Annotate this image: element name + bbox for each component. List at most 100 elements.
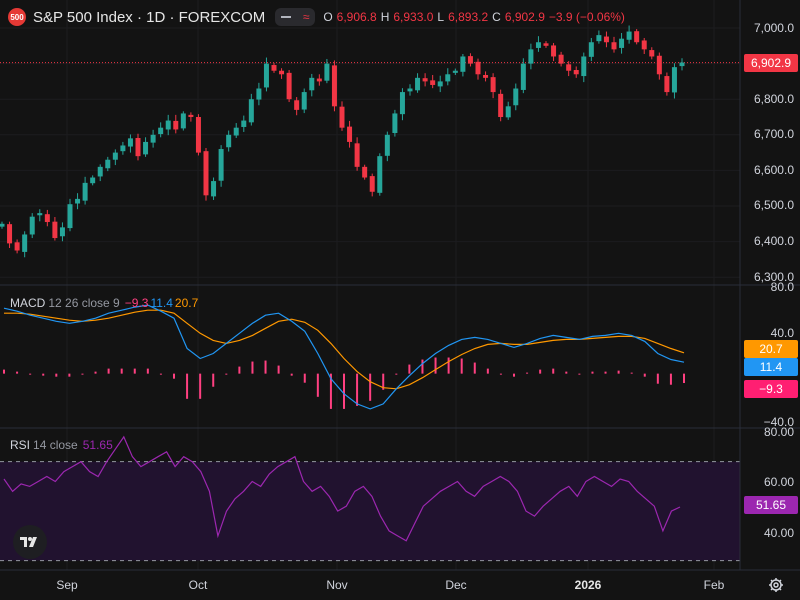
wave-icon[interactable]: ≈ [303,10,310,24]
candle-body [452,70,458,73]
price-pane [0,25,740,258]
last-price-tag: 6,902.9 [744,54,798,72]
candle-body [566,64,572,71]
macd-histogram-bar [29,373,32,375]
close-label: C [492,10,501,24]
symbol-badge[interactable]: 500 [8,8,26,26]
candle-body [392,113,398,134]
macd-value: −9.3 [124,296,149,310]
macd-histogram-bar [120,368,123,374]
macd-name: MACD [10,296,46,310]
macd-histogram-bar [369,373,372,401]
candle-body [301,92,307,110]
macd-signal-value: 11.4 [150,296,173,310]
candle-body [641,40,647,50]
candle-body [384,134,390,156]
macd-histogram-bar [421,359,424,374]
rsi-tick: 60.00 [763,475,794,489]
macd-histogram-bar [408,364,411,374]
candle-body [649,50,655,57]
candle-body [354,143,360,167]
minus-icon[interactable] [281,16,292,18]
time-label-year: 2026 [574,578,602,592]
candle-body [22,234,28,252]
macd-histogram-bar [277,365,280,374]
candle-body [211,181,217,197]
time-label: Feb [703,578,725,592]
open-value: 6,906.8 [336,10,377,24]
price-tick: 6,700.0 [753,127,794,141]
macd-histogram-bar [94,371,97,374]
price-tick: 6,800.0 [753,92,794,106]
rsi-band-fill [0,461,740,561]
macd-histogram-bar [159,373,162,375]
candle-body [294,100,300,110]
candle-body [611,42,617,50]
candle-body [430,80,436,85]
rsi-tick: 40.00 [763,526,794,540]
gear-icon[interactable] [768,577,784,593]
candle-body [112,152,118,160]
candle-body [120,145,126,152]
macd-histogram-bar [460,358,463,374]
price-tick: 6,500.0 [753,198,794,212]
macd-pink-tag: −9.3 [744,380,798,398]
rsi-value: 51.65 [82,438,113,452]
candle-body [188,114,194,117]
candle-body [286,72,292,100]
candle-body [97,166,103,177]
candle-body [75,198,81,204]
macd-histogram-bar [186,373,189,399]
candle-body [467,56,473,64]
macd-histogram-bar [486,368,489,374]
rsi-pane [0,435,740,562]
candle-body [437,81,443,87]
candle-body [195,117,201,153]
candle-body [656,55,662,75]
candle-body [14,242,20,251]
macd-histogram-bar [617,370,620,374]
rsi-legend[interactable]: RSI 14 close 51.65 [10,438,113,452]
symbol-title[interactable]: S&P 500 Index · 1D · FOREXCOM [33,9,265,26]
candle-body [173,120,179,130]
macd-blue-tag: 11.4 [744,358,798,376]
macd-histogram-bar [343,373,345,409]
candle-body [37,213,43,216]
macd-histogram-bar [3,369,5,374]
macd-histogram-bar [238,366,241,374]
candle-body [498,93,504,117]
macd-histogram-bar [643,373,646,377]
time-label: Sep [56,578,78,592]
candle-body [7,224,13,244]
price-tick: 7,000.0 [753,21,794,35]
macd-histogram-bar [81,373,84,375]
candle-body [331,65,337,107]
candle-body [558,54,564,64]
macd-histogram-bar [264,360,267,374]
macd-histogram-bar [199,373,202,399]
macd-histogram-bar [578,373,581,375]
rsi-tag: 51.65 [744,496,798,514]
candle-body [180,113,186,129]
macd-legend[interactable]: MACD 12 26 close 9 −9.3 11.4 20.7 [10,296,198,310]
candle-body [445,74,451,82]
change-value: −3.9 (−0.06%) [548,10,625,24]
candle-body [362,166,368,178]
low-value: 6,893.2 [448,10,489,24]
legend-toggle[interactable]: ≈ [275,8,316,26]
tradingview-logo-icon[interactable] [13,525,47,559]
candle-body [256,88,262,100]
candle-body [513,88,519,106]
macd-histogram-bar [68,373,71,377]
macd-orange-tag: 20.7 [744,340,798,358]
candle-body [505,106,511,118]
rsi-params: 14 close [33,438,78,452]
candle-body [679,62,685,67]
low-label: L [437,10,445,24]
candle-body [520,63,526,90]
candle-body [551,45,557,57]
macd-histogram-bar [42,373,45,376]
macd-line [3,304,685,410]
macd-histogram-bar [316,373,319,397]
candle-body [422,78,428,82]
